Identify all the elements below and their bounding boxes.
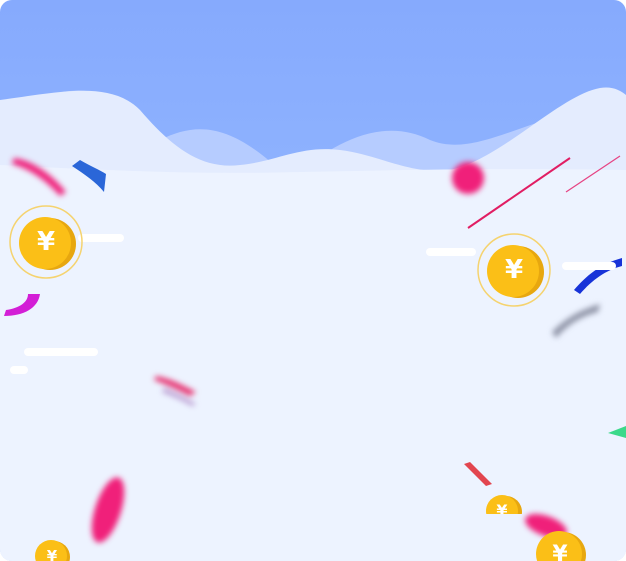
celebration-card: ¥ ¥ ¥ ¥ ¥ xyxy=(0,0,626,561)
motion-streak xyxy=(24,348,98,356)
confetti-icon xyxy=(91,477,125,543)
motion-streak xyxy=(10,366,28,374)
coin-icon: ¥ xyxy=(32,536,72,561)
confetti-icon xyxy=(574,258,622,294)
coin-symbol: ¥ xyxy=(552,541,568,561)
confetti-icon xyxy=(608,426,626,438)
confetti-icon xyxy=(467,155,621,229)
confetti-icon xyxy=(154,376,196,406)
confetti-icon xyxy=(72,160,106,192)
confetti-icon xyxy=(4,294,40,316)
coin-symbol: ¥ xyxy=(36,227,56,257)
confetti-icon xyxy=(464,462,492,486)
coin-icon: ¥ xyxy=(8,204,84,280)
motion-streak xyxy=(426,248,476,256)
motion-streak xyxy=(562,262,616,270)
coin-icon: ¥ xyxy=(532,526,588,561)
coin-symbol: ¥ xyxy=(496,500,508,515)
confetti-icon xyxy=(12,158,66,196)
coin-icon: ¥ xyxy=(480,488,524,514)
coin-symbol: ¥ xyxy=(46,547,58,561)
coin-icon: ¥ xyxy=(476,232,552,308)
coin-symbol: ¥ xyxy=(504,255,524,285)
